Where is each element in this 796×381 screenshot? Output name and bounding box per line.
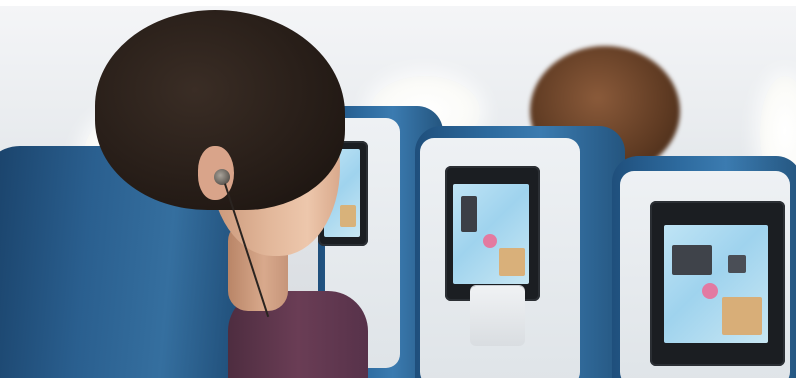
seatback-screen xyxy=(445,166,540,301)
seatback-screen xyxy=(650,201,785,366)
earbud-icon xyxy=(214,169,230,185)
tray-latch xyxy=(470,286,525,346)
cabin-photo xyxy=(0,6,796,378)
